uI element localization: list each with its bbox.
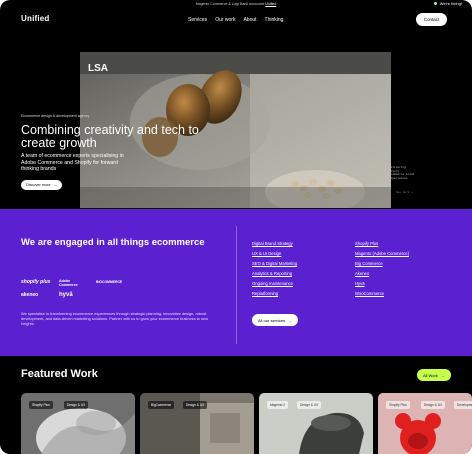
- service-link[interactable]: Analytics & Reporting: [252, 271, 292, 276]
- platform-link[interactable]: Shopify Plus: [355, 241, 378, 246]
- platform-link[interactable]: Hyvä: [355, 281, 365, 286]
- card-tag: BigCommerce: [148, 401, 175, 409]
- card-tag: Design & UX: [421, 401, 446, 409]
- section-divider: [236, 226, 237, 344]
- announcement-text: Magento Commerce & Luigi Bank announce: [195, 2, 265, 6]
- platform-link[interactable]: Akeneo: [355, 271, 369, 276]
- work-card[interactable]: Magento 2 Design & UX: [259, 393, 373, 454]
- hero-side-link[interactable]: See more +: [396, 190, 413, 194]
- all-services-label: All our services: [258, 317, 286, 323]
- shopify-plus-logo: shopify plus: [21, 279, 51, 285]
- status-dot-icon: [433, 2, 437, 5]
- adobe-commerce-logo: Adobe Commerce: [59, 279, 78, 287]
- discover-more-button[interactable]: Discover more →: [21, 180, 63, 190]
- nav-our-work[interactable]: Our work: [215, 17, 235, 23]
- akeneo-logo: akeneo: [21, 292, 39, 298]
- card-tag: Shopify Plus: [386, 401, 410, 409]
- featured-title: Featured Work: [21, 368, 98, 380]
- nav-thinking[interactable]: Thinking: [265, 17, 284, 23]
- discover-label: Discover more: [26, 183, 51, 187]
- hiring-badge[interactable]: We're hiring!: [433, 1, 462, 6]
- platform-link[interactable]: Big Commerce: [355, 261, 383, 266]
- nav-about[interactable]: About: [243, 17, 256, 23]
- bigcommerce-logo: BIGCOMMERCE: [96, 280, 123, 284]
- service-link[interactable]: Replatforming: [252, 291, 278, 296]
- hero-side-caption: Delivering luxury ecommerce brand experi…: [389, 165, 415, 180]
- all-work-label: All Work: [423, 372, 438, 378]
- work-card[interactable]: BigCommerce Design & UX: [140, 393, 254, 454]
- hero-title: Combining creativity and tech to create …: [21, 123, 199, 150]
- hiring-label: We're hiring!: [439, 1, 462, 6]
- card-tag: Design & UX: [297, 401, 322, 409]
- card-tag: Design & UX: [183, 401, 208, 409]
- engaged-description: We specialise in transforming ecommerce …: [21, 311, 209, 326]
- site-logo[interactable]: Unified: [21, 14, 50, 23]
- service-link[interactable]: SEO & Digital Marketing: [252, 261, 297, 266]
- card-tag: Development: [454, 401, 472, 409]
- hero-image-logo: LSA: [88, 63, 108, 74]
- platform-link[interactable]: WooCommerce: [355, 291, 384, 296]
- engaged-title: We are engaged in all things ecommerce: [21, 237, 205, 248]
- card-tag: Shopify Plus: [29, 401, 53, 409]
- service-link[interactable]: UX & UI Design: [252, 251, 281, 256]
- contact-button[interactable]: Contact: [416, 13, 447, 26]
- announcement-bar: Magento Commerce & Luigi Bank announce U…: [0, 2, 472, 6]
- service-link[interactable]: Ongoing maintenance: [252, 281, 293, 286]
- arrow-right-icon: →: [288, 317, 293, 323]
- arrow-right-icon: →: [440, 372, 445, 378]
- hyva-logo: hyvä: [59, 292, 73, 298]
- engaged-section: We are engaged in all things ecommerce s…: [0, 209, 472, 356]
- main-nav: Services Our work About Thinking: [188, 17, 283, 23]
- nav-services[interactable]: Services: [188, 17, 207, 23]
- work-card[interactable]: Shopify Plus Design & UX: [21, 393, 135, 454]
- arrow-right-icon: →: [53, 183, 58, 187]
- card-tag: Magento 2: [267, 401, 289, 409]
- all-services-button[interactable]: All our services →: [252, 314, 299, 326]
- service-link[interactable]: Digital Brand Strategy: [252, 241, 293, 246]
- work-card[interactable]: Shopify Plus Design & UX Development: [378, 393, 472, 454]
- page: Magento Commerce & Luigi Bank announce U…: [0, 0, 472, 454]
- all-work-button[interactable]: All Work →: [417, 369, 451, 381]
- hero-subtitle: A team of ecommerce experts specialising…: [21, 153, 124, 172]
- platform-link[interactable]: Magento (Adobe Commerce): [355, 251, 409, 256]
- announcement-link[interactable]: Unified: [265, 2, 276, 6]
- hero-tagline: Ecommerce design & development agency: [21, 114, 90, 118]
- card-tag: Design & UX: [64, 401, 89, 409]
